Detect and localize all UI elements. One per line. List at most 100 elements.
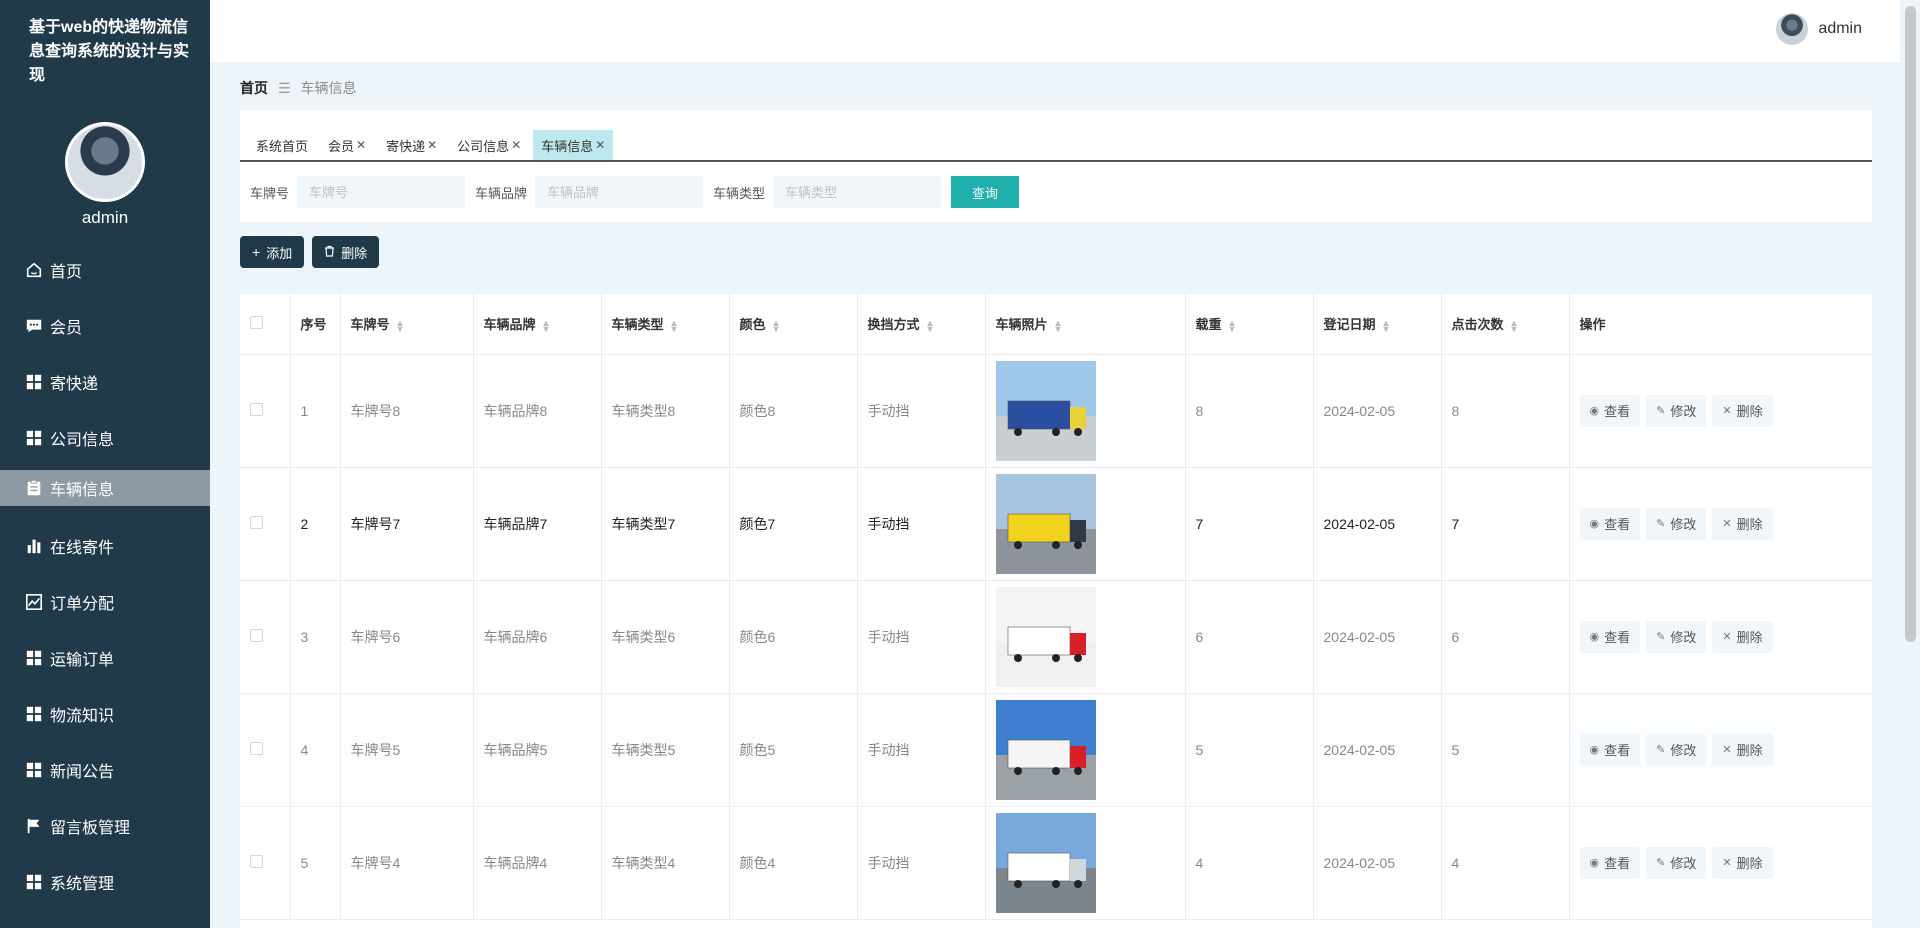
row-select-cell <box>240 693 291 807</box>
close-icon[interactable]: ✕ <box>595 138 605 152</box>
row-checkbox[interactable] <box>250 515 263 529</box>
table-row[interactable]: 3 车牌号6 车辆品牌6 车辆类型6 颜色6 手动挡 6 2024-02-05 6 ◉ 查看 ✎ 修改 ✕… <box>240 580 1872 694</box>
sort-icon[interactable]: ▲ ▼ <box>1382 318 1391 333</box>
row-checkbox[interactable] <box>250 854 263 868</box>
close-icon: ✕ <box>1722 857 1732 869</box>
sort-icon[interactable]: ▲ ▼ <box>670 318 679 333</box>
tab-members[interactable]: 会员 ✕ <box>320 130 374 160</box>
column-header[interactable]: 车辆照片 ▲ ▼ <box>985 294 1186 355</box>
delete-button[interactable]: ✕ 删除 <box>1712 394 1773 427</box>
vehicle-photo[interactable] <box>995 586 1096 687</box>
tab-system-home[interactable]: 系统首页 <box>248 130 316 160</box>
scrollbar[interactable] <box>1905 6 1916 642</box>
column-label: 车辆照片 <box>995 317 1048 333</box>
vehicle-photo[interactable] <box>995 473 1096 574</box>
batch-delete-button[interactable]: 删除 <box>312 236 380 268</box>
delete-button[interactable]: ✕ 删除 <box>1712 620 1773 653</box>
delete-button[interactable]: ✕ 删除 <box>1712 733 1773 766</box>
cell-index: 5 <box>290 806 341 920</box>
column-header[interactable]: 颜色 ▲ ▼ <box>729 294 858 355</box>
sidebar-item-message-board[interactable]: 留言板管理 <box>0 806 210 846</box>
edit-button[interactable]: ✎ 修改 <box>1646 620 1707 653</box>
view-button[interactable]: ◉ 查看 <box>1579 507 1641 540</box>
header-username[interactable]: admin <box>1818 20 1862 38</box>
sidebar-item-transport-orders[interactable]: 运输订单 <box>0 638 210 678</box>
tab-send-express[interactable]: 寄快递 ✕ <box>378 130 445 160</box>
view-button[interactable]: ◉ 查看 <box>1579 394 1641 427</box>
plate-search-input[interactable] <box>297 176 466 208</box>
edit-button[interactable]: ✎ 修改 <box>1646 733 1707 766</box>
tab-vehicle-info[interactable]: 车辆信息 ✕ <box>533 130 614 160</box>
column-header[interactable]: 换挡方式 ▲ ▼ <box>857 294 986 355</box>
sidebar-item-members[interactable]: 会员 <box>0 306 210 346</box>
close-icon[interactable]: ✕ <box>356 138 366 152</box>
sidebar-item-system[interactable]: 系统管理 <box>0 862 210 902</box>
view-button[interactable]: ◉ 查看 <box>1579 846 1641 879</box>
column-header[interactable]: 车辆类型 ▲ ▼ <box>601 294 730 355</box>
type-search-input[interactable] <box>773 176 942 208</box>
column-header[interactable]: 车牌号 ▲ ▼ <box>340 294 474 355</box>
cell-clicks: 8 <box>1441 354 1570 468</box>
column-header[interactable]: 车辆品牌 ▲ ▼ <box>473 294 602 355</box>
edit-label: 修改 <box>1670 630 1697 645</box>
sidebar-item-send-express[interactable]: 寄快递 <box>0 362 210 402</box>
vehicle-photo[interactable] <box>995 812 1096 913</box>
vehicle-photo[interactable] <box>995 699 1096 800</box>
close-icon[interactable]: ✕ <box>511 138 521 152</box>
column-label: 车辆类型 <box>611 317 664 333</box>
column-header[interactable]: 登记日期 ▲ ▼ <box>1313 294 1442 355</box>
column-header[interactable]: 载重 ▲ ▼ <box>1185 294 1314 355</box>
row-checkbox[interactable] <box>250 402 263 416</box>
sort-icon[interactable]: ▲ ▼ <box>396 318 405 333</box>
delete-button[interactable]: ✕ 删除 <box>1712 507 1773 540</box>
avatar[interactable] <box>1776 13 1809 45</box>
cell-type: 车辆类型4 <box>601 806 730 920</box>
table-row[interactable]: 5 车牌号4 车辆品牌4 车辆类型4 颜色4 手动挡 4 2024-02-05 4 ◉ 查看 ✎ 修改 ✕… <box>240 806 1872 920</box>
user-menu[interactable]: admin <box>1776 13 1862 45</box>
sort-icon[interactable]: ▲ ▼ <box>1054 318 1063 333</box>
sidebar-item-logistics-knowledge[interactable]: 物流知识 <box>0 694 210 734</box>
delete-label: 删除 <box>1736 743 1763 758</box>
sidebar-item-order-assign[interactable]: 订单分配 <box>0 582 210 622</box>
column-label: 车辆品牌 <box>483 317 536 333</box>
table-row[interactable]: 2 车牌号7 车辆品牌7 车辆类型7 颜色7 手动挡 7 2024-02-05 7 ◉ 查看 ✎ 修改 ✕… <box>240 467 1872 581</box>
sidebar-item-online-send[interactable]: 在线寄件 <box>0 526 210 566</box>
breadcrumb-home[interactable]: 首页 <box>240 78 268 98</box>
select-all-checkbox[interactable] <box>250 315 263 329</box>
table-row[interactable]: 1 车牌号8 车辆品牌8 车辆类型8 颜色8 手动挡 8 2024-02-05 8 ◉ 查看 ✎ 修改 ✕… <box>240 354 1872 468</box>
edit-button[interactable]: ✎ 修改 <box>1646 507 1707 540</box>
sort-icon[interactable]: ▲ ▼ <box>926 318 935 333</box>
sort-icon[interactable]: ▲ ▼ <box>1228 318 1237 333</box>
brand-search-input[interactable] <box>535 176 704 208</box>
column-label: 序号 <box>300 317 327 333</box>
flag-icon <box>24 816 44 836</box>
sidebar-item-company-info[interactable]: 公司信息 <box>0 418 210 458</box>
view-button[interactable]: ◉ 查看 <box>1579 733 1641 766</box>
vehicle-photo[interactable] <box>995 360 1096 461</box>
sidebar-item-home[interactable]: 首页 <box>0 250 210 290</box>
sort-icon[interactable]: ▲ ▼ <box>772 318 781 333</box>
row-checkbox[interactable] <box>250 741 263 755</box>
sidebar-profile: admin <box>0 122 210 228</box>
add-button[interactable]: + 添加 <box>240 236 305 268</box>
sidebar-item-news[interactable]: 新闻公告 <box>0 750 210 790</box>
tab-company-info[interactable]: 公司信息 ✕ <box>449 130 529 160</box>
column-header[interactable]: 点击次数 ▲ ▼ <box>1441 294 1570 355</box>
table-row[interactable]: 4 车牌号5 车辆品牌5 车辆类型5 颜色5 手动挡 5 2024-02-05 5 ◉ 查看 ✎ 修改 ✕… <box>240 693 1872 807</box>
action-bar: + 添加 删除 <box>240 236 387 268</box>
row-select-cell <box>240 580 291 694</box>
sort-icon[interactable]: ▲ ▼ <box>542 318 551 333</box>
delete-button[interactable]: ✕ 删除 <box>1712 846 1773 879</box>
close-icon[interactable]: ✕ <box>427 138 437 152</box>
cell-index: 3 <box>290 580 341 694</box>
edit-button[interactable]: ✎ 修改 <box>1646 846 1707 879</box>
sort-icon[interactable]: ▲ ▼ <box>1510 318 1519 333</box>
query-button[interactable]: 查询 <box>951 176 1020 208</box>
eye-icon: ◉ <box>1589 857 1600 869</box>
avatar[interactable] <box>65 122 145 202</box>
edit-button[interactable]: ✎ 修改 <box>1646 394 1707 427</box>
sidebar-item-vehicle-info[interactable]: 车辆信息 <box>0 470 210 506</box>
sidebar-item-label: 在线寄件 <box>50 540 115 557</box>
row-checkbox[interactable] <box>250 628 263 642</box>
view-button[interactable]: ◉ 查看 <box>1579 620 1641 653</box>
